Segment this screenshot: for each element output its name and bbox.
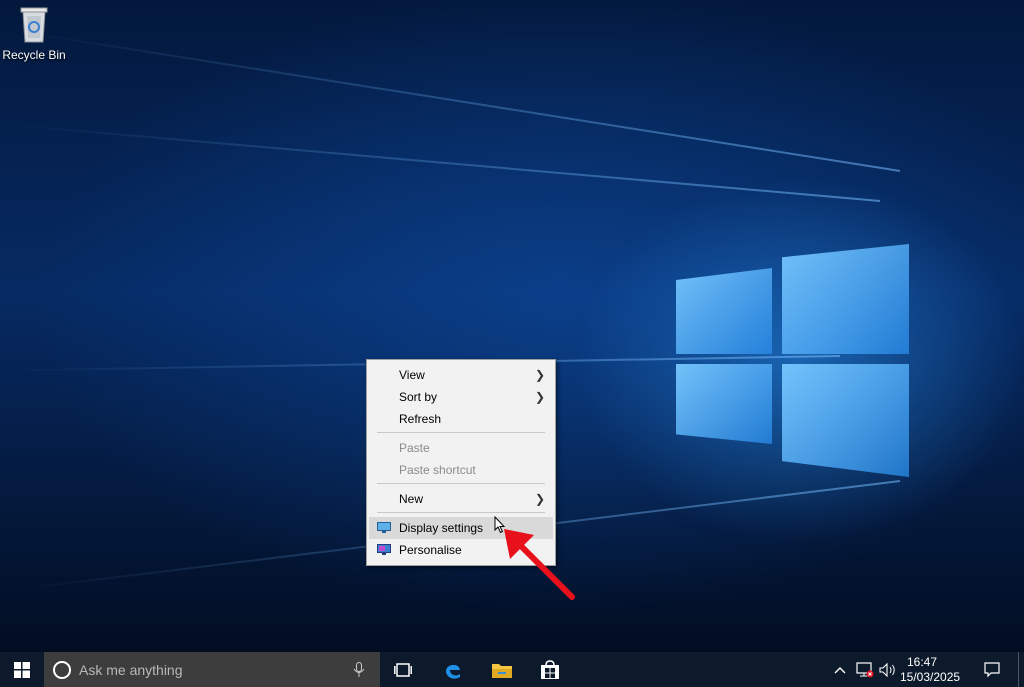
network-disconnected-icon: [856, 661, 874, 677]
wallpaper-beam: [3, 123, 881, 202]
menu-item-view[interactable]: View ❯: [369, 364, 553, 386]
menu-item-paste: Paste: [369, 437, 553, 459]
file-explorer-icon: [492, 663, 512, 678]
search-box[interactable]: Ask me anything: [44, 652, 380, 687]
network-status-button[interactable]: [854, 652, 876, 687]
clock-time: 16:47: [906, 655, 938, 669]
menu-item-label: Personalise: [399, 543, 462, 557]
desktop-icon-recycle-bin[interactable]: Recycle Bin: [2, 4, 66, 62]
edge-icon: [446, 664, 460, 679]
windows-start-icon: [14, 661, 30, 678]
store-icon: [541, 659, 559, 679]
menu-item-label: Display settings: [399, 521, 484, 535]
menu-item-label: New: [399, 492, 424, 506]
menu-item-refresh[interactable]: Refresh: [369, 408, 553, 430]
taskbar-store-button[interactable]: [532, 652, 568, 687]
red-annotation-arrow-icon: [504, 529, 575, 600]
desktop-wallpaper[interactable]: Recycle Bin View ❯ Sort by ❯ Refresh Pas…: [0, 0, 1024, 652]
menu-item-sort-by[interactable]: Sort by ❯: [369, 386, 553, 408]
chevron-right-icon: ❯: [534, 390, 545, 404]
menu-separator: [377, 432, 545, 433]
desktop-icon-label: Recycle Bin: [2, 48, 66, 62]
wallpaper-beam: [10, 29, 901, 172]
action-center-icon: [984, 661, 1000, 677]
taskbar: Ask me anything 16:47 15/03/2025: [0, 652, 1024, 687]
menu-item-label: Sort by: [399, 390, 438, 404]
windows-logo-pane: [676, 268, 772, 354]
windows-logo-pane: [782, 244, 909, 354]
menu-separator: [377, 483, 545, 484]
search-placeholder: Ask me anything: [79, 662, 183, 678]
windows-logo-pane: [676, 364, 772, 444]
cortana-icon: [53, 661, 71, 679]
task-view-button[interactable]: [386, 652, 420, 687]
menu-item-paste-shortcut: Paste shortcut: [369, 459, 553, 481]
menu-separator: [377, 512, 545, 513]
microphone-icon[interactable]: [353, 662, 365, 678]
menu-item-label: Refresh: [399, 412, 442, 426]
show-hidden-icons-button[interactable]: [830, 652, 850, 687]
action-center-button[interactable]: [978, 652, 1006, 687]
menu-item-new[interactable]: New ❯: [369, 488, 553, 510]
personalise-icon: [377, 544, 391, 555]
start-button[interactable]: [0, 652, 44, 687]
menu-item-label: View: [399, 368, 425, 382]
recycle-bin-icon: [19, 4, 49, 43]
chevron-right-icon: ❯: [534, 492, 545, 506]
windows-logo-pane: [782, 364, 909, 477]
taskbar-clock[interactable]: 16:47 15/03/2025: [900, 655, 961, 685]
menu-item-label: Paste: [399, 441, 430, 455]
menu-item-label: Paste shortcut: [399, 463, 476, 477]
taskbar-file-explorer-button[interactable]: [484, 652, 520, 687]
task-view-icon: [394, 662, 412, 677]
chevron-up-icon: [834, 666, 846, 673]
volume-button[interactable]: [877, 652, 899, 687]
chevron-right-icon: ❯: [534, 368, 545, 382]
taskbar-edge-button[interactable]: [435, 652, 471, 687]
show-desktop-button[interactable]: [1018, 652, 1024, 687]
clock-date: 15/03/2025: [900, 670, 961, 684]
display-icon: [377, 522, 391, 533]
volume-icon: [879, 662, 895, 677]
